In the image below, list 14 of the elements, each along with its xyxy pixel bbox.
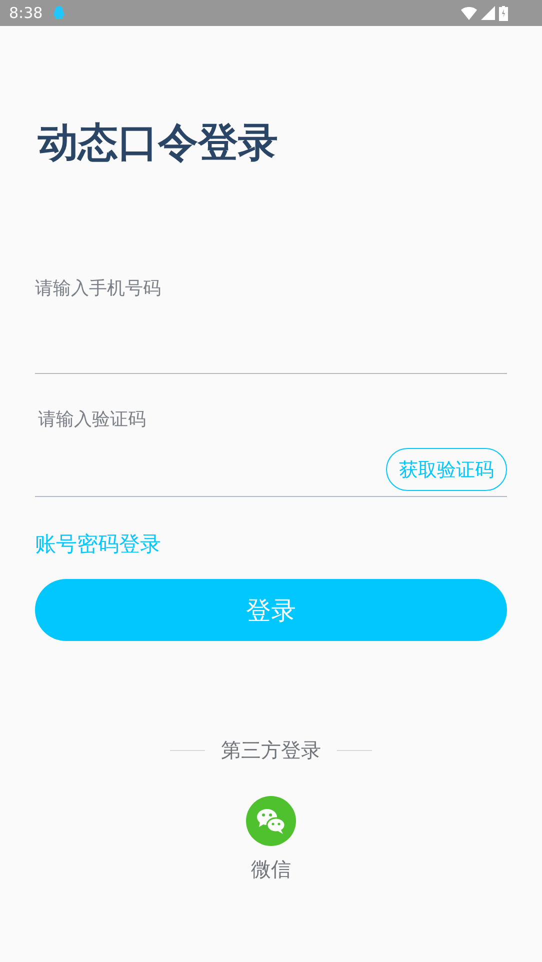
code-input[interactable]: 请输入验证码 xyxy=(38,404,386,434)
third-party-label: 第三方登录 xyxy=(221,737,321,764)
page-title: 动态口令登录 xyxy=(38,119,279,168)
phone-input[interactable]: 请输入手机号码 xyxy=(35,273,507,303)
battery-icon xyxy=(499,6,508,20)
penguin-icon xyxy=(52,6,65,20)
wifi-icon xyxy=(461,6,477,20)
wechat-label: 微信 xyxy=(251,856,291,883)
get-code-button[interactable]: 获取验证码 xyxy=(386,448,507,491)
login-button[interactable]: 登录 xyxy=(35,579,507,641)
chat-bubbles-icon[interactable] xyxy=(246,796,296,846)
signal-icon xyxy=(481,6,495,20)
password-login-link[interactable]: 账号密码登录 xyxy=(35,529,161,559)
status-time: 8:38 xyxy=(9,4,43,22)
